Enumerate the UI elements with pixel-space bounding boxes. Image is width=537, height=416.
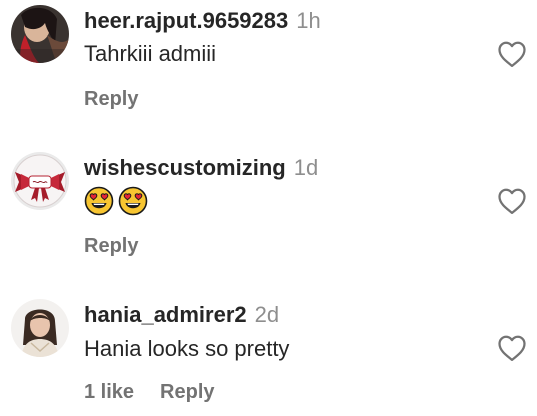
comment-actions: 1 like Reply (84, 380, 215, 404)
comment-header: heer.rajput.9659283 1h (84, 8, 321, 34)
heart-outline-icon[interactable] (497, 334, 527, 362)
comment-text (84, 186, 148, 216)
heart-outline-icon[interactable] (497, 187, 527, 215)
comment-text: Tahrkiii admiii (84, 41, 217, 66)
heart-eyes-emoji (118, 186, 148, 216)
avatar-image (11, 299, 69, 357)
heart-eyes-emoji (84, 186, 114, 216)
user-avatar[interactable] (11, 299, 69, 357)
reply-button[interactable]: Reply (84, 88, 138, 110)
comment-timestamp[interactable]: 1d (294, 155, 318, 180)
brand-logo-bow-icon (11, 152, 69, 210)
username-link[interactable]: wishescustomizing (84, 155, 286, 180)
reply-button[interactable]: Reply (84, 235, 138, 257)
user-avatar[interactable] (11, 152, 69, 210)
comment-timestamp[interactable]: 1h (296, 8, 320, 33)
comment-actions: Reply (84, 234, 138, 258)
comment-header: wishescustomizing 1d (84, 155, 318, 181)
heart-outline-icon[interactable] (497, 40, 527, 68)
avatar-image (11, 5, 69, 63)
comment-text: Hania looks so pretty (84, 336, 290, 361)
reply-button[interactable]: Reply (160, 381, 214, 403)
comment-header: hania_admirer2 2d (84, 302, 279, 328)
username-link[interactable]: hania_admirer2 (84, 302, 247, 327)
likes-count-button[interactable]: 1 like (84, 381, 134, 403)
comment-actions: Reply (84, 87, 138, 111)
username-link[interactable]: heer.rajput.9659283 (84, 8, 288, 33)
comment-timestamp[interactable]: 2d (255, 302, 279, 327)
user-avatar[interactable] (11, 5, 69, 63)
